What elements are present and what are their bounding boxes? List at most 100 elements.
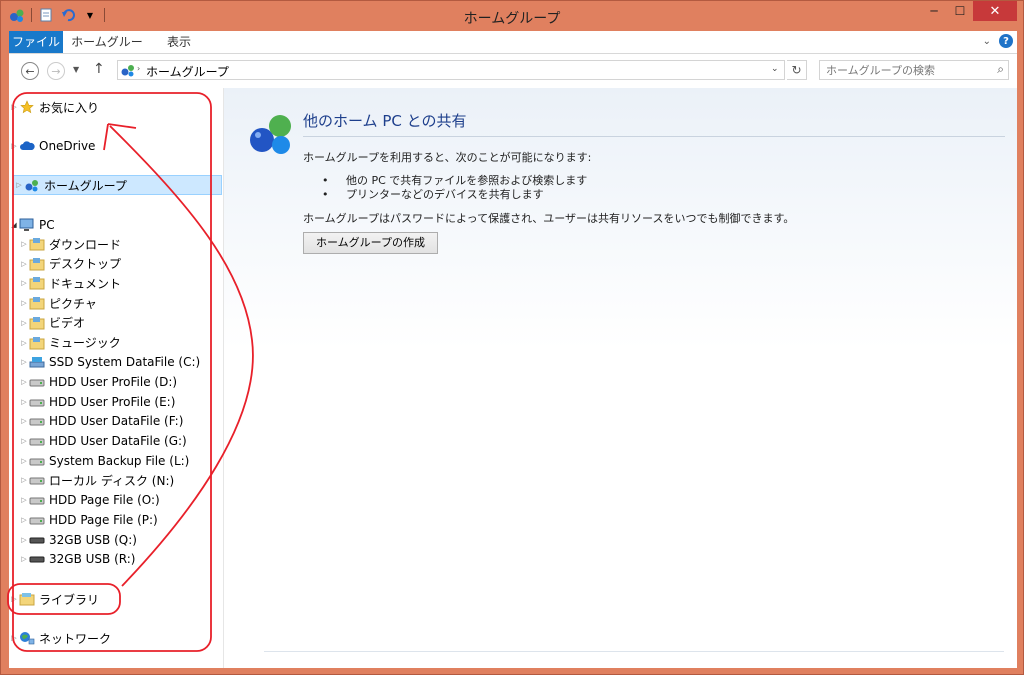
- pictures-icon: [29, 295, 45, 311]
- nav-item-label: ピクチャ: [49, 296, 97, 311]
- nav-item-pc[interactable]: ◢ PC: [9, 215, 223, 235]
- nav-item-pc-child[interactable]: ▷ ピクチャ: [9, 293, 223, 313]
- homegroup-icon: [121, 63, 135, 80]
- nav-item-pc-child[interactable]: ▷ ダウンロード: [9, 234, 223, 254]
- expand-arrow-icon[interactable]: ▷: [19, 299, 29, 307]
- expand-arrow-icon[interactable]: ▷: [19, 476, 29, 484]
- collapse-arrow-icon[interactable]: ◢: [9, 221, 19, 229]
- nav-item-label: 32GB USB (R:): [49, 552, 136, 567]
- nav-item-label: OneDrive: [39, 139, 96, 153]
- nav-item-onedrive[interactable]: ▷ OneDrive: [9, 136, 223, 156]
- nav-item-label: ローカル ディスク (N:): [49, 473, 175, 488]
- expand-arrow-icon[interactable]: ▷: [19, 378, 29, 386]
- intro-text: ホームグループを利用すると、次のことが可能になります:: [303, 151, 592, 164]
- expand-arrow-icon[interactable]: ▷: [19, 398, 29, 406]
- nav-item-pc-child[interactable]: ▷ HDD User DataFile (G:): [9, 431, 223, 451]
- nav-item-pc-child[interactable]: ▷ 32GB USB (Q:): [9, 530, 223, 550]
- nav-item-network[interactable]: ▷ ネットワーク: [9, 628, 223, 648]
- music-icon: [29, 335, 45, 351]
- back-button[interactable]: ←: [21, 62, 39, 80]
- search-icon[interactable]: ⌕: [997, 62, 1004, 77]
- nav-item-pc-child[interactable]: ▷ System Backup File (L:): [9, 451, 223, 471]
- nav-item-pc-child[interactable]: ▷ ローカル ディスク (N:): [9, 470, 223, 490]
- window-controls: ─ ☐ ✕: [921, 1, 1017, 21]
- bottom-divider: [264, 651, 1004, 652]
- nav-item-pc-child[interactable]: ▷ SSD System DataFile (C:): [9, 352, 223, 372]
- expand-arrow-icon[interactable]: ▷: [19, 496, 29, 504]
- up-arrow-icon[interactable]: ↑: [93, 61, 105, 77]
- nav-item-libraries[interactable]: ▷ ライブラリ: [9, 589, 223, 609]
- address-toolbar: ← → ▼ ↑ › ホームグループ ⌄ ↻ ⌕: [9, 54, 1017, 88]
- expand-arrow-icon[interactable]: ▷: [19, 457, 29, 465]
- expand-arrow-icon[interactable]: ▷: [19, 555, 29, 563]
- nav-item-pc-child[interactable]: ▷ HDD User ProFile (E:): [9, 392, 223, 412]
- expand-arrow-icon[interactable]: ▷: [19, 240, 29, 248]
- nav-item-pc-child[interactable]: ▷ HDD User ProFile (D:): [9, 372, 223, 392]
- nav-item-pc-child[interactable]: ▷ ビデオ: [9, 313, 223, 333]
- expand-arrow-icon[interactable]: ▷: [14, 181, 24, 189]
- address-bar[interactable]: › ホームグループ: [117, 60, 785, 80]
- window-title: ホームグループ: [463, 11, 561, 27]
- nav-item-label: ライブラリ: [39, 592, 100, 607]
- expand-arrow-icon[interactable]: ▷: [19, 279, 29, 287]
- ribbon-tabs: ファイル ホームグループ 表示 ⌄ ?: [9, 31, 1017, 71]
- nav-item-label: HDD User DataFile (F:): [49, 414, 184, 429]
- documents-icon: [29, 275, 45, 291]
- expand-arrow-icon[interactable]: ▷: [9, 103, 19, 111]
- nav-item-label: ホームグループ: [44, 178, 127, 193]
- nav-item-pc-child[interactable]: ▷ HDD Page File (O:): [9, 490, 223, 510]
- minimize-button[interactable]: ─: [921, 1, 947, 21]
- expand-arrow-icon[interactable]: ▷: [9, 634, 19, 642]
- expand-arrow-icon[interactable]: ▷: [19, 536, 29, 544]
- maximize-button[interactable]: ☐: [947, 1, 973, 21]
- nav-item-label: HDD User DataFile (G:): [49, 434, 187, 448]
- help-icon[interactable]: ?: [999, 34, 1013, 48]
- refresh-button[interactable]: ↻: [787, 60, 807, 80]
- expand-arrow-icon[interactable]: ▷: [19, 437, 29, 445]
- expand-arrow-icon[interactable]: ▷: [19, 417, 29, 425]
- nav-item-label: HDD User ProFile (E:): [49, 394, 176, 409]
- nav-item-favorites[interactable]: ▷ お気に入り: [9, 97, 223, 117]
- title-bar[interactable]: ▼ ホームグループ ─ ☐ ✕: [1, 1, 1023, 31]
- nav-item-label: お気に入り: [39, 100, 100, 115]
- expand-ribbon-chevron-icon[interactable]: ⌄: [983, 36, 991, 47]
- hdd-icon: [29, 413, 45, 429]
- nav-item-pc-child[interactable]: ▷ HDD User DataFile (F:): [9, 411, 223, 431]
- expand-arrow-icon[interactable]: ▷: [19, 516, 29, 524]
- navigation-pane[interactable]: ▷ お気に入り ▷ OneDrive ▷ ホームグループ ◢ PC ▷ ダウンロー…: [9, 88, 224, 668]
- close-button[interactable]: ✕: [973, 1, 1017, 21]
- breadcrumb-chevron-icon[interactable]: ›: [137, 64, 140, 73]
- create-homegroup-button[interactable]: ホームグループの作成: [303, 232, 439, 254]
- nav-item-label: HDD User ProFile (D:): [49, 374, 178, 389]
- expand-arrow-icon[interactable]: ▷: [19, 358, 29, 366]
- expand-arrow-icon[interactable]: ▷: [19, 319, 29, 327]
- nav-item-label: デスクトップ: [49, 257, 122, 272]
- usb-icon: [29, 532, 45, 548]
- tab-view[interactable]: 表示: [159, 31, 199, 53]
- expand-arrow-icon[interactable]: ▷: [19, 260, 29, 268]
- tab-homegroup[interactable]: ホームグループ: [69, 31, 145, 71]
- nav-item-homegroup[interactable]: ▷ ホームグループ: [13, 175, 222, 195]
- search-box[interactable]: ⌕: [819, 60, 1009, 80]
- expand-arrow-icon[interactable]: ▷: [9, 595, 19, 603]
- desktop-icon: [29, 256, 45, 272]
- address-path: ホームグループ: [146, 65, 229, 79]
- search-input[interactable]: [826, 62, 986, 78]
- nav-item-pc-child[interactable]: ▷ ミュージック: [9, 333, 223, 353]
- nav-item-label: ビデオ: [49, 316, 86, 331]
- address-dropdown-icon[interactable]: ⌄: [771, 64, 779, 74]
- recent-locations-chevron-icon[interactable]: ▼: [73, 65, 79, 74]
- nav-item-pc-child[interactable]: ▷ デスクトップ: [9, 254, 223, 274]
- tab-file[interactable]: ファイル: [9, 31, 63, 53]
- expand-arrow-icon[interactable]: ▷: [9, 142, 19, 150]
- hdd-icon: [29, 374, 45, 390]
- hdd-icon: [29, 394, 45, 410]
- nav-item-pc-child[interactable]: ▷ ドキュメント: [9, 273, 223, 293]
- nav-item-label: System Backup File (L:): [49, 453, 190, 468]
- nav-item-label: 32GB USB (Q:): [49, 532, 137, 547]
- nav-item-pc-child[interactable]: ▷ HDD Page File (P:): [9, 510, 223, 530]
- forward-button[interactable]: →: [47, 62, 65, 80]
- nav-item-pc-child[interactable]: ▷ 32GB USB (R:): [9, 549, 223, 569]
- expand-arrow-icon[interactable]: ▷: [19, 339, 29, 347]
- nav-item-label: ダウンロード: [49, 237, 122, 252]
